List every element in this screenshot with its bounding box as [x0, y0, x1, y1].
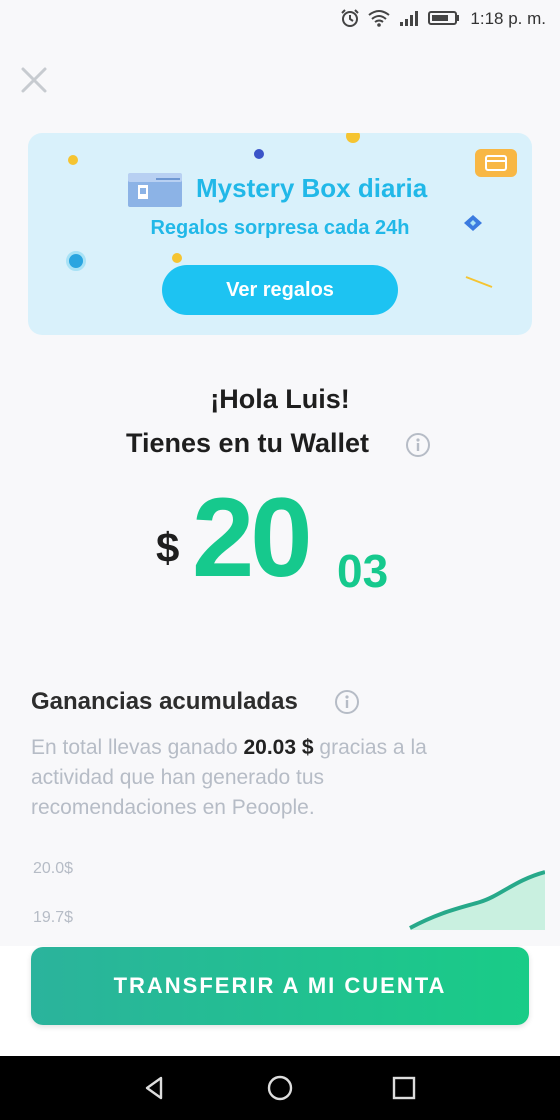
chart-tick-label: 19.7$ [33, 909, 74, 926]
close-icon[interactable] [18, 64, 50, 96]
confetti-dot [66, 251, 86, 271]
greeting-text: ¡Hola Luis! [210, 384, 350, 414]
home-icon[interactable] [264, 1072, 296, 1104]
signal-icon [400, 11, 418, 26]
see-gifts-button[interactable]: Ver regalos [162, 265, 398, 315]
battery-icon [428, 11, 459, 25]
wallet-info-icon[interactable] [405, 432, 431, 458]
confetti-dot [346, 133, 360, 143]
mystery-box-banner[interactable]: Mystery Box diaria Regalos sorpresa cada… [28, 133, 532, 335]
recents-icon[interactable] [388, 1072, 420, 1104]
earnings-sparkline [409, 870, 545, 930]
status-bar: 1:18 p. m. [0, 0, 560, 38]
confetti-dot [254, 149, 264, 159]
balance-decimal: 03 [337, 545, 389, 597]
system-nav-bar [0, 1056, 560, 1120]
chart-tick-label: 20.0$ [33, 860, 74, 877]
wifi-icon [368, 10, 390, 27]
confetti-line [465, 276, 493, 288]
status-time: 1:18 p. m. [470, 9, 546, 28]
banner-title: Mystery Box diaria [196, 173, 428, 203]
confetti-dot [172, 253, 182, 263]
alarm-icon [341, 9, 359, 27]
status-icons [340, 8, 460, 28]
wallet-label: Tienes en tu Wallet [126, 428, 370, 458]
transfer-to-account-button[interactable]: TRANSFERIR A MI CUENTA [31, 947, 529, 1025]
balance-integer: 20 [192, 475, 313, 600]
wallet-screen: 1:18 p. m. Mystery Box diaria Regalos so… [0, 0, 560, 1120]
banner-subtitle: Regalos sorpresa cada 24h [150, 217, 410, 239]
mystery-box-icon [128, 173, 182, 207]
gift-badge-icon [475, 149, 517, 177]
earnings-description: En total llevas ganado 20.03 $ gracias a… [31, 733, 471, 823]
back-icon[interactable] [139, 1072, 171, 1104]
confetti-dot [68, 155, 78, 165]
earnings-amount: 20.03 $ [243, 736, 314, 759]
earnings-text-before: En total llevas ganado [31, 736, 244, 759]
earnings-info-icon[interactable] [334, 689, 360, 715]
earnings-title: Ganancias acumuladas [31, 688, 298, 715]
currency-symbol: $ [156, 524, 180, 571]
